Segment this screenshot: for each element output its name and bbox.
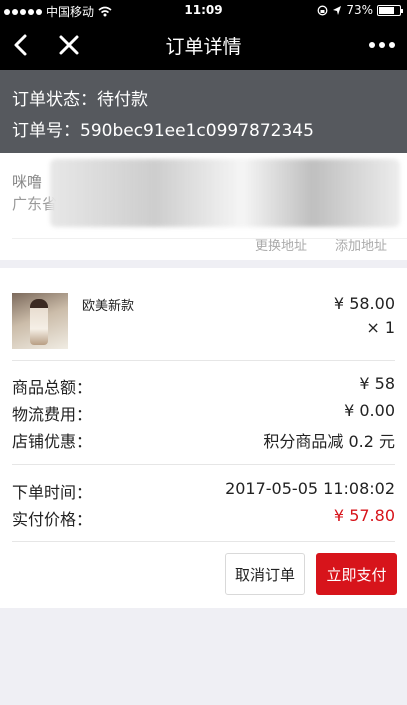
order-detail-panel: 欧美新款 ¥ 58.00 × 1 商品总额： ¥ 58 物流费用： ¥ 0.00… <box>0 268 407 608</box>
order-status-panel: 订单状态：待付款 订单号：590bec91ee1c0997872345 <box>0 70 407 153</box>
divider <box>12 464 395 465</box>
summary-discount-value: 积分商品减 0.2 元 <box>263 432 395 451</box>
address-name: 咪噜 <box>12 173 43 191</box>
redacted-address-overlay <box>50 159 400 227</box>
add-address-link[interactable]: 添加地址 <box>335 235 387 254</box>
summary-total-value: ¥ 58 <box>359 374 395 393</box>
summary-total-label: 商品总额： <box>12 378 93 397</box>
status-bar-right: 73% <box>317 3 403 17</box>
product-quantity: × 1 <box>366 318 395 337</box>
summary-discount-row: 店铺优惠： 积分商品减 0.2 元 <box>12 428 395 451</box>
divider <box>12 360 395 361</box>
product-thumbnail[interactable] <box>12 293 68 349</box>
summary-shipping-value: ¥ 0.00 <box>344 401 395 420</box>
change-address-link[interactable]: 更换地址 <box>255 235 307 254</box>
order-time-value: 2017-05-05 11:08:02 <box>225 479 395 498</box>
paid-price-row: 实付价格： ¥ 57.80 <box>12 506 395 529</box>
summary-total-row: 商品总额： ¥ 58 <box>12 374 395 397</box>
paid-price-label: 实付价格： <box>12 510 93 529</box>
divider <box>12 541 395 542</box>
location-arrow-icon <box>333 5 342 15</box>
battery-icon <box>377 4 403 16</box>
product-price: ¥ 58.00 <box>333 294 395 313</box>
rotation-lock-icon <box>317 5 328 15</box>
more-icon[interactable] <box>365 30 399 60</box>
order-time-label: 下单时间： <box>12 483 93 502</box>
summary-discount-label: 店铺优惠： <box>12 432 93 451</box>
product-name: 欧美新款 <box>82 299 135 314</box>
order-status-text: 订单状态：待付款 <box>12 90 148 110</box>
pay-now-button[interactable]: 立即支付 <box>316 553 397 595</box>
summary-shipping-row: 物流费用： ¥ 0.00 <box>12 401 395 424</box>
battery-level <box>379 6 394 14</box>
battery-percent: 73% <box>346 3 373 17</box>
summary-shipping-label: 物流费用： <box>12 405 93 424</box>
order-time-row: 下单时间： 2017-05-05 11:08:02 <box>12 479 395 502</box>
nav-bar: 订单详情 <box>0 20 407 70</box>
cancel-order-button[interactable]: 取消订单 <box>225 553 305 595</box>
status-bar: 中国移动 11:09 73% <box>0 0 407 20</box>
address-section[interactable]: 咪噜 广东省 更换地址 添加地址 <box>0 153 407 260</box>
page-title: 订单详情 <box>165 36 242 58</box>
product-figure <box>30 299 48 345</box>
order-number-text: 订单号：590bec91ee1c0997872345 <box>12 121 314 141</box>
paid-price-value: ¥ 57.80 <box>333 506 395 525</box>
